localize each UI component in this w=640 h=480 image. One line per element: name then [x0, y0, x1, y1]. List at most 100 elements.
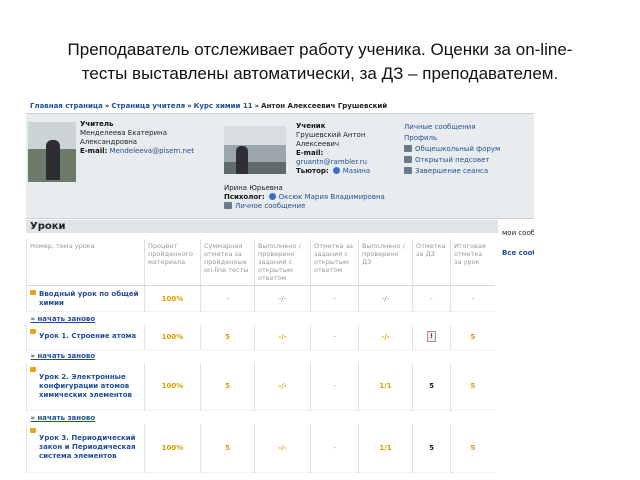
hw-mark-cell: 5	[412, 362, 451, 411]
lesson-name-link[interactable]: Урок 2. Электронные конфигурации атомов …	[26, 362, 145, 411]
restart-row: начать заново	[27, 349, 495, 363]
psychologist-link[interactable]: Оксюк Мария Владимировна	[279, 193, 385, 201]
final-mark-cell: 5	[450, 362, 495, 411]
column-header: Выполнено / проверено заданий с открытым…	[254, 239, 311, 286]
student-label: Ученик	[296, 122, 326, 130]
forum-icon	[404, 145, 412, 152]
hw-done-cell: -/-	[358, 325, 413, 350]
teacher-email-label: E-mail:	[80, 147, 108, 155]
column-header: Отметка за задания с открытым ответом	[310, 239, 359, 286]
column-header: Номер, тема урока	[26, 239, 145, 286]
hw-mark-cell: -	[412, 285, 451, 312]
profile-panel: Учитель Менделеева Екатерина Александров…	[26, 113, 534, 219]
exit-icon	[404, 167, 412, 174]
open-done-cell: -/-	[254, 325, 311, 350]
caption-line-2: тесты выставлены автоматически, за ДЗ – …	[81, 64, 559, 83]
restart-row: начать заново	[27, 411, 495, 425]
tutor-label: Тьютор:	[296, 167, 329, 175]
restart-link[interactable]: начать заново	[31, 414, 96, 422]
teacher-info: Учитель Менделеева Екатерина Александров…	[80, 120, 194, 156]
percent-cell: 100%	[144, 325, 201, 350]
breadcrumb-teacher-page[interactable]: Страница учителя	[111, 102, 185, 110]
all-messages-link[interactable]: Все сообщения »	[502, 246, 534, 260]
slide-caption: Преподаватель отслеживает работу ученика…	[0, 38, 640, 86]
open-done-cell: -/-	[254, 424, 311, 473]
column-header: Процент пройденного материала	[144, 239, 201, 286]
messages-link[interactable]: Личные сообщения	[404, 122, 500, 133]
table-row: Урок 3. Периодический закон и Периодичес…	[26, 424, 495, 473]
lessons-table: Номер, тема урока Процент пройденного ма…	[26, 239, 495, 473]
column-header: Итоговая отметка за урок	[450, 239, 495, 286]
open-mark-cell: -	[310, 325, 359, 350]
open-done-cell: -/-	[254, 285, 311, 312]
profile-link[interactable]: Профиль	[404, 133, 500, 144]
table-header-row: Номер, тема урока Процент пройденного ма…	[26, 239, 495, 286]
column-header: Отметка за ДЗ	[412, 239, 451, 286]
tests-cell: 5	[200, 362, 255, 411]
teacher-email-link[interactable]: Mendeleeva@pisem.net	[110, 147, 194, 155]
psychologist-label: Психолог:	[224, 193, 265, 201]
breadcrumb-home[interactable]: Главная страница	[30, 102, 103, 110]
forum-link[interactable]: Общешкольный форум	[415, 145, 500, 153]
user-icon	[332, 167, 340, 174]
user-links: Личные сообщения Профиль Общешкольный фо…	[404, 122, 500, 177]
hw-done-cell: 1/1	[358, 424, 413, 473]
tutor-link[interactable]: Мазина	[343, 167, 370, 175]
student-extra-info: Ирина Юрьевна Психолог: Оксюк Мария Влади…	[224, 184, 385, 211]
column-header: Выполнено / проверено ДЗ	[358, 239, 413, 286]
table-row: Урок 1. Строение атома 100% 5 -/- - -/- …	[26, 325, 495, 350]
breadcrumb-separator: »	[187, 102, 192, 110]
hw-done-cell: -/-	[358, 285, 413, 312]
student-photo	[224, 126, 286, 174]
restart-link[interactable]: начать заново	[31, 352, 96, 360]
chat-icon	[404, 156, 412, 163]
restart-row: начать заново	[27, 312, 495, 326]
screenshot-panel: Главная страница» Страница учителя» Курс х…	[26, 99, 534, 480]
teachers-room-row: Открытый педсовет	[404, 155, 500, 166]
breadcrumb-course[interactable]: Курс химии 11	[194, 102, 253, 110]
student-email-label: E-mail:	[296, 149, 324, 157]
restart-link[interactable]: начать заново	[31, 315, 96, 323]
hw-mark-cell: 5	[412, 424, 451, 473]
lesson-name-link[interactable]: Урок 3. Периодический закон и Периодичес…	[26, 424, 145, 473]
final-mark-cell: 5	[450, 424, 495, 473]
student-name-2: Алексеевич	[296, 140, 340, 148]
messages-sidebar: мои сообщения Все сообщения »	[502, 226, 534, 260]
percent-cell: 100%	[144, 362, 201, 411]
open-mark-cell: -	[310, 285, 359, 312]
table-row: Урок 2. Электронные конфигурации атомов …	[26, 362, 495, 411]
hw-done-cell: 1/1	[358, 362, 413, 411]
tests-cell: -	[200, 285, 255, 312]
percent-cell: 100%	[144, 424, 201, 473]
private-message-link[interactable]: Личное сообщение	[235, 202, 305, 210]
lesson-name-link[interactable]: Урок 1. Строение атома	[26, 325, 145, 350]
open-done-cell: -/-	[254, 362, 311, 411]
breadcrumb-current: Антон Алексеевич Грушевский	[261, 102, 388, 110]
end-session-row: Завершение сеанса	[404, 166, 500, 177]
student-info: Ученик Грушевский Антон Алексеевич E-mai…	[296, 122, 370, 176]
lessons-title: Уроки	[26, 220, 498, 233]
mail-icon	[224, 202, 232, 209]
student-email-link[interactable]: gruantn@rambler.ru	[296, 158, 367, 166]
tutor-first-name: Ирина Юрьевна	[224, 184, 283, 192]
teachers-room-link[interactable]: Открытый педсовет	[415, 156, 490, 164]
end-session-link[interactable]: Завершение сеанса	[415, 167, 488, 175]
hw-mark-flag-cell[interactable]: !	[412, 325, 451, 350]
lesson-name-link[interactable]: Вводный урок по общей химии	[26, 285, 145, 312]
my-messages-title: мои сообщения	[502, 229, 534, 237]
breadcrumb-separator: »	[254, 102, 260, 110]
alert-icon[interactable]: !	[427, 331, 436, 343]
column-header: Суммарная отметка за пройденные on-line …	[200, 239, 255, 286]
final-mark-cell: 5	[450, 325, 495, 350]
caption-line-1: Преподаватель отслеживает работу ученика…	[67, 40, 573, 59]
teacher-name-1: Менделеева Екатерина	[80, 129, 167, 137]
teacher-label: Учитель	[80, 120, 114, 128]
open-mark-cell: -	[310, 362, 359, 411]
open-mark-cell: -	[310, 424, 359, 473]
teacher-photo	[28, 122, 76, 182]
student-name-1: Грушевский Антон	[296, 131, 366, 139]
teacher-name-2: Александровна	[80, 138, 138, 146]
table-row: Вводный урок по общей химии 100% - -/- -…	[26, 285, 495, 312]
final-mark-cell: -	[450, 285, 495, 312]
breadcrumb: Главная страница» Страница учителя» Курс х…	[26, 99, 534, 113]
